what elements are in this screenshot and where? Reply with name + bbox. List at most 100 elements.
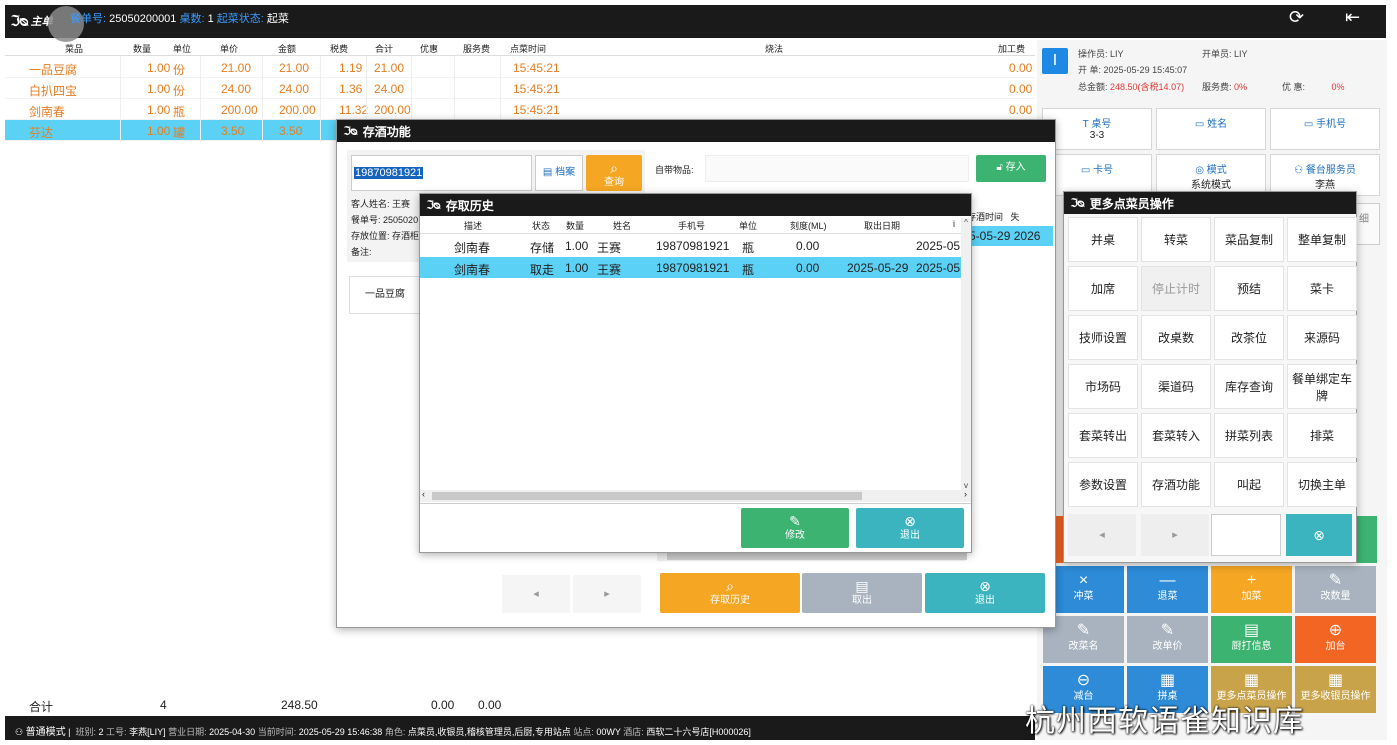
op-button-7[interactable]: 菜卡 — [1287, 266, 1357, 311]
status-bar: ⚇ 普通模式 | 班别: 2 工号: 李燕[LIY] 营业日期: 2025-04… — [5, 716, 1035, 740]
more-close-button[interactable]: ⊗ — [1286, 514, 1352, 556]
tile-icon: ▦ — [1243, 672, 1260, 689]
op-button-20[interactable]: 参数设置 — [1068, 462, 1138, 507]
info-icon: T — [1082, 119, 1089, 130]
history-exit-button[interactable]: ⊗ 退出 — [856, 508, 964, 548]
self-goods-input[interactable] — [705, 155, 969, 182]
info-icon: ▭ — [1303, 119, 1314, 130]
info-button-2[interactable]: ▭ 手机号 — [1270, 108, 1380, 150]
op-button-13[interactable]: 渠道码 — [1141, 364, 1211, 409]
history-row[interactable]: 剑南春 取走 1.00 王赛 19870981921 瓶 0.00 2025-05-29 202… — [420, 257, 961, 278]
tile-3[interactable]: ✎ 改数量 — [1295, 566, 1376, 613]
op-button-17[interactable]: 套菜转入 — [1141, 413, 1211, 458]
info-button-1[interactable]: ▭ 姓名 — [1156, 108, 1266, 150]
history-cell-qty: 1.00 — [565, 261, 589, 275]
history-row[interactable]: 剑南春 存储 1.00 王赛 19870981921 瓶 0.00 2025-05 — [420, 235, 961, 256]
archive-button[interactable]: ▤ 档案 — [535, 155, 583, 191]
save-in-button[interactable]: 🔓︎ 存入 — [976, 155, 1046, 182]
op-button-15[interactable]: 餐单绑定车牌 — [1287, 364, 1357, 409]
table-row[interactable]: 白扒四宝 1.00 份 24.00 24.00 1.36 24.00 15:45:21 0.00 — [5, 78, 1035, 99]
info-button-4[interactable]: ◎ 模式 系统模式 — [1156, 154, 1266, 196]
stored-time-header: 存酒时间 失 — [967, 212, 1020, 222]
stored-row[interactable]: 5-05-29 2026 — [967, 226, 1053, 246]
prev-button[interactable]: ◂ — [1068, 514, 1136, 556]
history-cell-name: 王赛 — [597, 263, 622, 277]
info-button-0[interactable]: T 桌号 3-3 — [1042, 108, 1152, 150]
wine-exit-button[interactable]: ⊗ 退出 — [925, 573, 1045, 613]
tile-7[interactable]: ⊕ 加台 — [1295, 616, 1376, 663]
history-cell-qty: 1.00 — [565, 239, 589, 253]
modify-button[interactable]: ✎ 修改 — [741, 508, 849, 548]
cell-total: 21.00 — [374, 61, 405, 75]
table-row[interactable]: 剑南春 1.00 瓶 200.00 200.00 11.32 200.00 15:45:21 0… — [5, 99, 1035, 120]
cell-amount: 200.00 — [279, 103, 316, 117]
info-button-5[interactable]: ⚇ 餐台服务员 李燕 — [1270, 154, 1380, 196]
guest-details: 客人姓名: 王赛 餐单号: 2505020 存放位置: 存酒柜 备注: — [351, 199, 420, 257]
tile-icon: ✎ — [1328, 572, 1343, 589]
history-vscroll[interactable]: ^ v — [961, 218, 971, 490]
tile-icon: — — [1159, 572, 1176, 589]
tile-6[interactable]: ▤ 厨打信息 — [1211, 616, 1292, 663]
next-page-button[interactable]: ▸ — [573, 575, 641, 613]
tile-2[interactable]: + 加菜 — [1211, 566, 1292, 613]
info-icon: ◎ — [1195, 165, 1204, 176]
cell-qty: 1.00 — [147, 61, 171, 75]
tile-5[interactable]: ✎ 改单价 — [1127, 616, 1208, 663]
op-button-0[interactable]: 并桌 — [1068, 217, 1138, 262]
op-button-9[interactable]: 改桌数 — [1141, 315, 1211, 360]
op-button-2[interactable]: 菜品复制 — [1214, 217, 1284, 262]
brand-mark-icon: ℑᴓ — [426, 198, 441, 212]
info-button-3[interactable]: ▭ 卡号 — [1042, 154, 1152, 196]
tile-icon: ⊕ — [1328, 622, 1343, 639]
op-button-12[interactable]: 市场码 — [1068, 364, 1138, 409]
cell-name: 剑南春 — [29, 105, 66, 119]
page-input[interactable] — [1211, 514, 1281, 556]
cell-price: 200.00 — [221, 103, 258, 117]
cell-unit: 瓶 — [173, 105, 186, 119]
close-circle-icon: ⊗ — [979, 578, 991, 594]
take-out-button[interactable]: ▤ 取出 — [802, 573, 922, 613]
refresh-icon[interactable]: ⟳ — [1289, 8, 1304, 26]
next-button[interactable]: ▸ — [1141, 514, 1209, 556]
exit-icon[interactable]: ⇤ — [1345, 8, 1360, 26]
op-button-14[interactable]: 库存查询 — [1214, 364, 1284, 409]
tile-11[interactable]: ▦ 更多收银员操作 — [1295, 666, 1376, 713]
info-icon: ▭ — [1194, 119, 1205, 130]
phone-input[interactable]: 19870981921 — [351, 155, 532, 191]
op-button-1[interactable]: 转菜 — [1141, 217, 1211, 262]
cell-tax: 11.32 — [339, 103, 369, 117]
history-dialog-title: ℑᴓ 存取历史 — [420, 194, 971, 216]
search-icon: ⌕ — [610, 160, 618, 176]
op-button-8[interactable]: 技师设置 — [1068, 315, 1138, 360]
op-button-18[interactable]: 拼菜列表 — [1214, 413, 1284, 458]
cell-name: 白扒四宝 — [29, 84, 78, 98]
cell-tax: 1.19 — [339, 61, 363, 75]
op-button-3[interactable]: 整单复制 — [1287, 217, 1357, 262]
op-button-5[interactable]: 停止计时 — [1141, 266, 1211, 311]
cell-time: 15:45:21 — [513, 61, 560, 75]
query-button[interactable]: ⌕ 查询 — [586, 155, 642, 191]
lock-icon: 🔓︎ — [996, 162, 1003, 173]
tile-1[interactable]: — 退菜 — [1127, 566, 1208, 613]
history-cell-phone: 19870981921 — [656, 261, 730, 275]
op-button-10[interactable]: 改茶位 — [1214, 315, 1284, 360]
archive-icon: ▤ — [542, 167, 553, 178]
op-button-23[interactable]: 切换主单 — [1287, 462, 1357, 507]
table-row[interactable]: 一品豆腐 1.00 份 21.00 21.00 1.19 21.00 15:45:21 0.00 — [5, 57, 1035, 78]
op-button-21[interactable]: 存酒功能 — [1141, 462, 1211, 507]
history-hscroll[interactable]: ‹ › — [420, 489, 971, 502]
op-button-4[interactable]: 加席 — [1068, 266, 1138, 311]
wine-dialog-title: ℑᴓ 存酒功能 — [337, 120, 1055, 142]
close-circle-icon: ⊗ — [904, 513, 916, 529]
op-button-6[interactable]: 预结 — [1214, 266, 1284, 311]
history-cell-unit: 瓶 — [742, 241, 755, 255]
op-button-19[interactable]: 排菜 — [1287, 413, 1357, 458]
op-button-11[interactable]: 来源码 — [1287, 315, 1357, 360]
op-button-16[interactable]: 套菜转出 — [1068, 413, 1138, 458]
tile-icon: ✎ — [1160, 622, 1175, 639]
wine-item-card[interactable]: 一品豆腐 — [349, 276, 421, 314]
prev-page-button[interactable]: ◂ — [502, 575, 570, 613]
op-button-22[interactable]: 叫起 — [1214, 462, 1284, 507]
brand-mark-icon: ℑᴓ — [10, 13, 29, 30]
history-button[interactable]: ⌕ 存取历史 — [660, 573, 800, 613]
